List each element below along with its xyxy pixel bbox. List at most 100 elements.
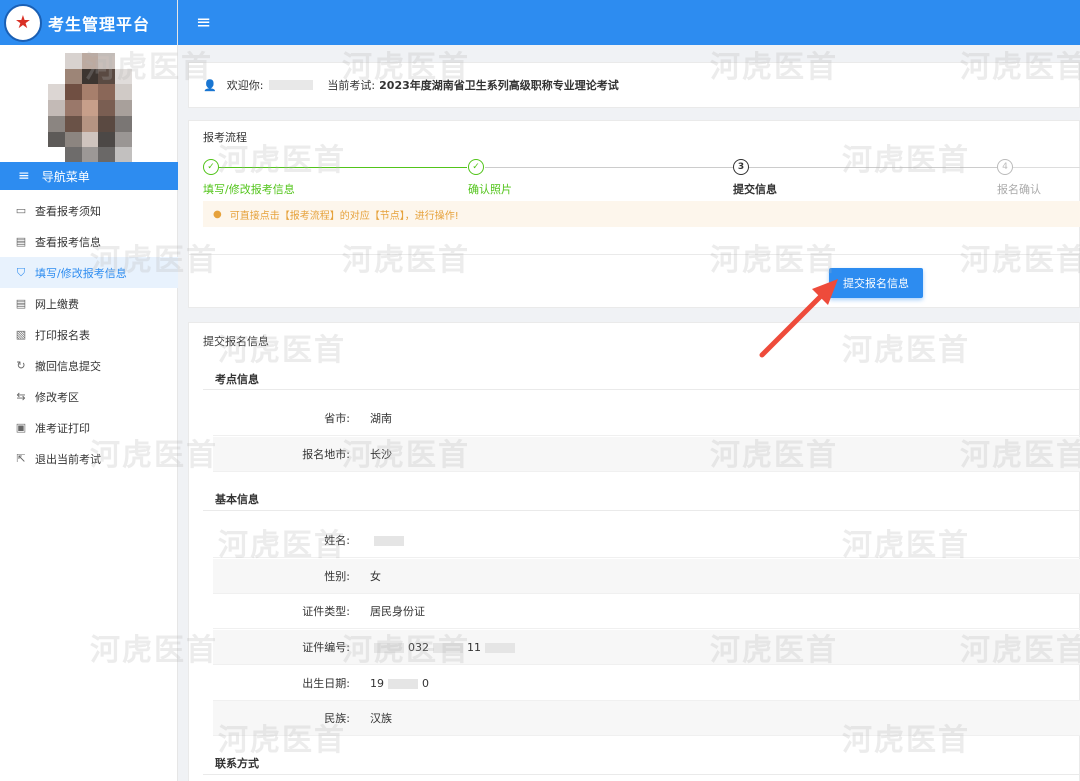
id-number-row: 证件编号: 032 11 — [213, 630, 1080, 665]
nav-header: ≡ 导航菜单 — [0, 162, 178, 190]
info-title: 提交报名信息 — [203, 335, 269, 348]
name-value — [370, 534, 408, 547]
id-number-part1: 032 — [408, 640, 429, 654]
sidebar-item-label: 准考证打印 — [35, 421, 90, 435]
step-connector — [485, 167, 733, 168]
name-label: 姓名: — [324, 534, 350, 547]
step-3-label[interactable]: 提交信息 — [733, 181, 777, 197]
province-label: 省市: — [324, 412, 350, 425]
warning-icon: ● — [213, 208, 222, 220]
contact-title: 联系方式 — [215, 757, 259, 770]
step-1-label[interactable]: 填写/修改报考信息 — [203, 181, 295, 197]
nav-list: ▭ 查看报考须知 ▤ 查看报考信息 ⛉ 填写/修改报考信息 ▤ 网上缴费 ▧ 打印报名表 … — [0, 195, 178, 474]
top-bar: ≡ — [178, 0, 1080, 45]
divider — [203, 389, 1080, 390]
sidebar-item-label: 修改考区 — [35, 390, 79, 404]
id-number-label: 证件编号: — [302, 641, 350, 654]
city-label: 报名地市: — [302, 448, 350, 461]
process-title: 报考流程 — [203, 131, 247, 144]
sidebar-item-label: 网上缴费 — [35, 297, 79, 311]
steps: ✓ ✓ 3 4 填写/修改报考信息 确认照片 提交信息 报名确认 — [203, 159, 1080, 199]
name-row: 姓名: — [213, 523, 1080, 558]
sidebar-item-edit-info[interactable]: ⛉ 填写/修改报考信息 — [0, 257, 178, 288]
brand-bar: ★ 考生管理平台 — [0, 0, 177, 45]
sidebar-item-label: 查看报考须知 — [35, 204, 101, 218]
province-value: 湖南 — [370, 412, 392, 425]
action-card: 提交报名信息 — [188, 254, 1080, 308]
sidebar-item-change-region[interactable]: ⇆ 修改考区 — [0, 381, 178, 412]
step-4-label[interactable]: 报名确认 — [997, 181, 1041, 197]
message-icon: ▭ — [15, 204, 27, 217]
id-number-part2: 11 — [467, 640, 481, 654]
step-connector — [219, 167, 467, 168]
info-card: 提交报名信息 考点信息 省市: 湖南 报名地市: 长沙 基本信息 姓名: 性别:… — [188, 322, 1080, 781]
exam-site-title: 考点信息 — [215, 373, 259, 386]
step-connector — [749, 167, 997, 168]
masked-digits — [374, 642, 404, 653]
nav-header-label: 导航菜单 — [41, 169, 90, 184]
sidebar-item-label: 撤回信息提交 — [35, 359, 101, 373]
card-icon: ▣ — [15, 421, 27, 434]
refresh-icon: ↻ — [16, 359, 26, 372]
document-icon: ▤ — [15, 235, 27, 248]
ethnic-row: 民族: 汉族 — [213, 701, 1080, 736]
step-1-dot[interactable]: ✓ — [203, 159, 219, 175]
red-pointer-arrow-icon — [759, 279, 838, 358]
id-type-label: 证件类型: — [302, 605, 350, 618]
masked-digits — [433, 642, 463, 653]
platform-logo-icon: ★ — [4, 3, 42, 42]
avatar — [48, 53, 132, 163]
ethnic-value: 汉族 — [370, 712, 392, 725]
birth-part1: 19 — [370, 676, 384, 690]
sidebar-item-withdraw[interactable]: ↻ 撤回信息提交 — [0, 350, 178, 381]
document-icon: ▤ — [15, 297, 27, 310]
id-type-row: 证件类型: 居民身份证 — [213, 594, 1080, 629]
basic-info-title: 基本信息 — [215, 493, 259, 506]
exam-title: 2023年度湖南省卫生系列高级职称专业理论考试 — [379, 79, 619, 92]
gender-row: 性别: 女 — [213, 559, 1080, 594]
main-content: 👤 欢迎你: 当前考试: 2023年度湖南省卫生系列高级职称专业理论考试 报考流… — [188, 62, 1080, 781]
masked-digits — [485, 642, 515, 653]
sidebar-item-view-info[interactable]: ▤ 查看报考信息 — [0, 226, 178, 257]
masked-name — [374, 535, 404, 546]
greeting-label: 欢迎你: — [226, 79, 264, 92]
step-3-dot[interactable]: 3 — [733, 159, 749, 175]
sidebar-item-label: 打印报名表 — [35, 328, 90, 342]
birth-value: 19 0 — [370, 677, 429, 690]
masked-username — [269, 80, 314, 90]
app-title: 考生管理平台 — [48, 14, 151, 34]
birth-part2: 0 — [422, 676, 429, 690]
city-row: 报名地市: 长沙 — [213, 437, 1080, 472]
print-form-icon: ▧ — [15, 328, 27, 341]
sidebar-item-label: 退出当前考试 — [35, 452, 101, 466]
user-icon: 👤 — [203, 78, 217, 92]
welcome-bar: 👤 欢迎你: 当前考试: 2023年度湖南省卫生系列高级职称专业理论考试 — [188, 62, 1080, 108]
sidebar-item-label: 填写/修改报考信息 — [35, 266, 127, 280]
sidebar-item-admission-ticket[interactable]: ▣ 准考证打印 — [0, 412, 178, 443]
sidebar-item-payment[interactable]: ▤ 网上缴费 — [0, 288, 178, 319]
step-2-dot[interactable]: ✓ — [468, 159, 484, 175]
swap-icon: ⇆ — [16, 390, 26, 403]
birth-label: 出生日期: — [302, 677, 350, 690]
id-number-value: 032 11 — [370, 641, 519, 654]
shield-check-icon: ⛉ — [16, 265, 26, 279]
menu-toggle-icon[interactable]: ≡ — [196, 12, 211, 33]
sidebar-item-notice[interactable]: ▭ 查看报考须知 — [0, 195, 178, 226]
exit-icon: ⇱ — [16, 452, 26, 465]
gender-label: 性别: — [324, 570, 350, 583]
sidebar: ★ 考生管理平台 ≡ 导航菜单 ▭ 查看报考须知 ▤ 查看报考信息 ⛉ 填写/修改报考… — [0, 0, 178, 781]
city-value: 长沙 — [370, 448, 392, 461]
birth-row: 出生日期: 19 0 — [213, 666, 1080, 701]
exam-label: 当前考试: — [327, 79, 376, 92]
id-type-value: 居民身份证 — [370, 605, 425, 618]
sidebar-item-print-form[interactable]: ▧ 打印报名表 — [0, 319, 178, 350]
ethnic-label: 民族: — [324, 712, 350, 725]
sidebar-item-exit-exam[interactable]: ⇱ 退出当前考试 — [0, 443, 178, 474]
step-2-label[interactable]: 确认照片 — [468, 181, 512, 197]
gender-value: 女 — [370, 570, 381, 583]
province-row: 省市: 湖南 — [213, 401, 1080, 436]
masked-digits — [388, 678, 418, 689]
tip-alert: ● 可直接点击【报考流程】的对应【节点】，进行操作! — [203, 201, 1080, 227]
step-connector — [1013, 167, 1080, 168]
step-4-dot[interactable]: 4 — [997, 159, 1013, 175]
